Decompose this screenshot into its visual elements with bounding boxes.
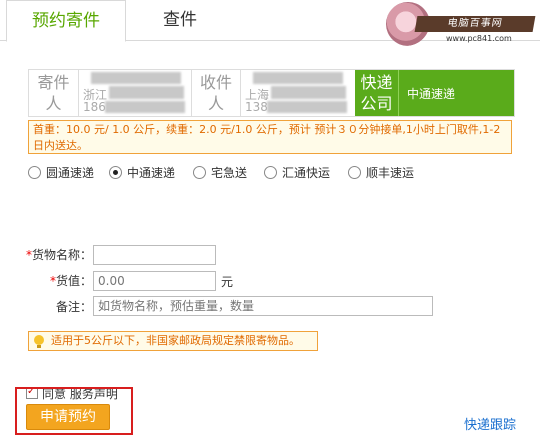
radio-icon[interactable] — [28, 166, 41, 179]
site-watermark-logo: 电脑百事网 www.pc841.com — [386, 2, 536, 50]
highlight-annotation-box — [15, 387, 133, 435]
express-company-value: 中通速递 — [407, 87, 456, 101]
lightbulb-icon — [34, 335, 44, 348]
carrier-option-yuantong[interactable]: 圆通速递 — [28, 164, 94, 182]
watermark-title: 电脑百事网 — [414, 16, 536, 32]
goods-name-input[interactable] — [93, 245, 216, 265]
receiver-info[interactable]: 上海 138 — [241, 70, 351, 116]
note-input[interactable] — [93, 296, 433, 316]
redacted-sender-phone — [105, 101, 185, 113]
carrier-option-huitong[interactable]: 汇通快运 — [264, 164, 330, 182]
radio-icon[interactable] — [264, 166, 277, 179]
tab-book-shipment[interactable]: 预约寄件 — [6, 0, 126, 42]
radio-checked-icon[interactable] — [109, 166, 122, 179]
redacted-sender-name — [91, 72, 181, 84]
carrier-option-zhaijisong[interactable]: 宅急送 — [193, 164, 247, 182]
fee-notice: 首重：10.0 元/ 1.0 公斤，续重：2.0 元/1.0 公斤，预计 预计３… — [28, 120, 512, 154]
currency-unit: 元 — [221, 275, 234, 289]
shipping-restriction-tip: 适用于5公斤以下，非国家邮政局规定禁限寄物品。 — [28, 331, 318, 351]
sender-label[interactable]: 寄件 人 — [29, 70, 79, 116]
watermark-url: www.pc841.com — [446, 34, 512, 43]
note-label: 备注： — [55, 300, 92, 314]
sender-phone: 186 — [83, 100, 106, 114]
receiver-label[interactable]: 收件 人 — [191, 70, 241, 116]
express-company-label: 快递 公司 — [355, 70, 399, 116]
radio-icon[interactable] — [348, 166, 361, 179]
address-row: 寄件 人 浙江 186 收件 人 上海 138 快递 公司 中通速递 — [28, 69, 515, 117]
carrier-option-shunfeng[interactable]: 顺丰速运 — [348, 164, 414, 182]
goods-value-input[interactable] — [93, 271, 216, 291]
redacted-receiver-address — [271, 86, 346, 99]
redacted-sender-address — [109, 86, 184, 99]
carrier-radio-group: 圆通速递 中通速递 宅急送 汇通快运 顺丰速运 — [28, 164, 518, 182]
goods-name-label: *货物名称： — [25, 248, 92, 262]
goods-value-label: *货值： — [49, 274, 92, 288]
receiver-phone: 138 — [245, 100, 268, 114]
sender-info[interactable]: 浙江 186 — [79, 70, 189, 116]
tab-track-package[interactable]: 查件 — [130, 0, 230, 40]
carrier-option-zhongtong[interactable]: 中通速递 — [109, 164, 175, 182]
redacted-receiver-phone — [267, 101, 347, 113]
radio-icon[interactable] — [193, 166, 206, 179]
redacted-receiver-name — [253, 72, 343, 84]
track-shipment-link[interactable]: 快递跟踪 — [464, 414, 516, 433]
express-company-selector[interactable]: 快递 公司 中通速递 — [355, 70, 514, 116]
